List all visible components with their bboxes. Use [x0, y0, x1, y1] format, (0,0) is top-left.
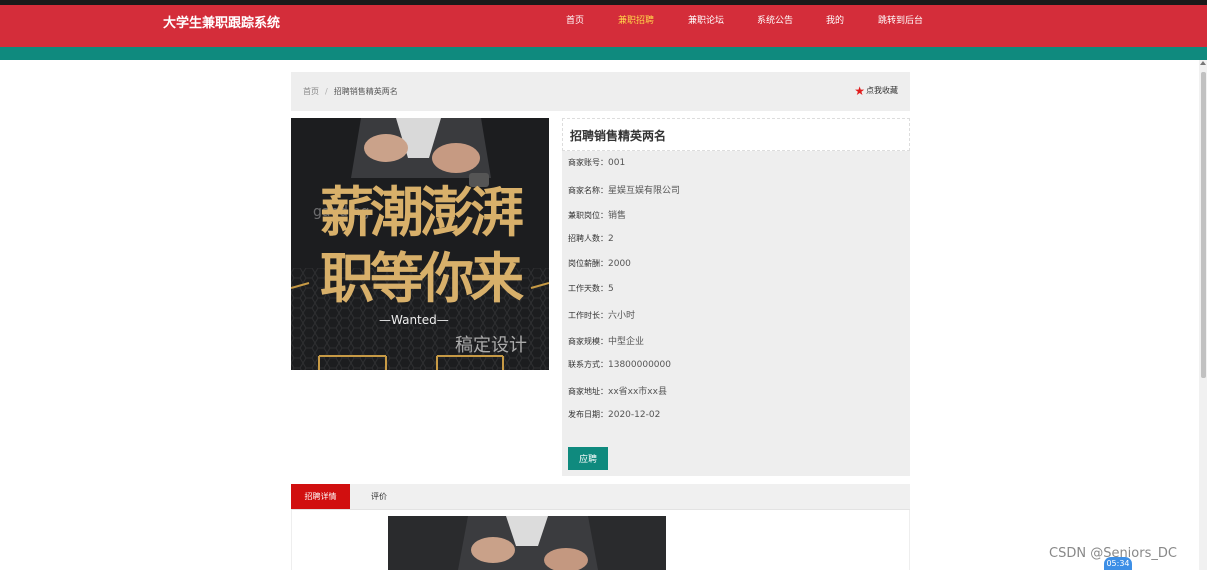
breadcrumb-current: 招聘销售精英两名 — [333, 87, 398, 96]
favorite-label: 点我收藏 — [866, 86, 898, 95]
field-key: 岗位薪酬： — [568, 259, 608, 268]
field-value: 六小时 — [608, 311, 636, 321]
field-key: 工作天数： — [568, 284, 608, 293]
poster-headline-2: 职等你来 — [320, 246, 524, 310]
field-value: 2020-12-02 — [608, 410, 661, 420]
breadcrumb: 首页 / 招聘销售精英两名 — [303, 86, 398, 97]
field-contact: 联系方式：13800000000 — [568, 359, 671, 370]
field-key: 商家地址： — [568, 387, 608, 396]
field-publish-date: 发布日期：2020-12-02 — [568, 409, 660, 420]
field-value: 星娱互娱有限公司 — [608, 186, 681, 196]
nav-job-recruitment[interactable]: 兼职招聘 — [618, 13, 654, 26]
scroll-up-arrow-icon[interactable] — [1200, 61, 1206, 65]
field-value: 5 — [608, 284, 614, 294]
field-work-hours: 工作时长：六小时 — [568, 308, 635, 321]
field-value: 2000 — [608, 259, 631, 269]
field-value: 13800000000 — [608, 360, 671, 370]
field-key: 商家规模： — [568, 337, 608, 346]
tab-recruitment-details[interactable]: 招聘详情 — [291, 484, 350, 509]
favorite-button[interactable]: ★ 点我收藏 — [854, 83, 898, 98]
poster-design-mark: 稿定设计 — [455, 335, 527, 356]
detail-poster-image — [388, 516, 666, 570]
field-key: 工作时长： — [568, 311, 608, 320]
field-value: 001 — [608, 158, 626, 168]
field-key: 商家名称： — [568, 186, 608, 195]
breadcrumb-separator: / — [325, 87, 328, 96]
field-salary: 岗位薪酬：2000 — [568, 258, 631, 269]
apply-button[interactable]: 应聘 — [568, 447, 608, 470]
field-merchant-name: 商家名称：星娱互娱有限公司 — [568, 183, 680, 196]
field-key: 商家账号： — [568, 158, 608, 167]
nav-forum[interactable]: 兼职论坛 — [688, 13, 724, 26]
nav-admin[interactable]: 跳转到后台 — [878, 13, 923, 26]
breadcrumb-bar: 首页 / 招聘销售精英两名 ★ 点我收藏 — [291, 72, 910, 111]
poster-wanted: —Wanted— — [379, 313, 449, 327]
field-key: 联系方式： — [568, 360, 608, 369]
field-key: 兼职岗位： — [568, 211, 608, 220]
scrollbar-thumb[interactable] — [1201, 72, 1206, 378]
nav-announcements[interactable]: 系统公告 — [757, 13, 793, 26]
job-poster-image: gaoding 薪潮澎湃 职等你来 —Wanted— 稿定设计 — [291, 118, 549, 370]
nav-home[interactable]: 首页 — [566, 13, 584, 26]
accent-bar — [0, 47, 1207, 60]
job-title: 招聘销售精英两名 — [562, 118, 910, 151]
nav-mine[interactable]: 我的 — [826, 13, 844, 26]
poster-headline-1: 薪潮澎湃 — [320, 180, 524, 244]
field-headcount: 招聘人数：2 — [568, 233, 614, 244]
star-icon: ★ — [854, 83, 865, 98]
main-nav: 首页 兼职招聘 兼职论坛 系统公告 我的 跳转到后台 — [0, 13, 1207, 33]
field-work-days: 工作天数：5 — [568, 283, 614, 294]
clock-badge: 05:34 — [1104, 557, 1132, 570]
field-position: 兼职岗位：销售 — [568, 208, 626, 221]
detail-poster-graphic — [388, 516, 666, 570]
field-address: 商家地址：xx省xx市xx县 — [568, 384, 667, 397]
field-value: 销售 — [608, 211, 627, 221]
job-info-panel: 招聘销售精英两名 商家账号：001 商家名称：星娱互娱有限公司 兼职岗位：销售 … — [562, 118, 910, 476]
field-value: 中型企业 — [608, 337, 645, 347]
field-value: 2 — [608, 234, 614, 244]
field-merchant-account: 商家账号：001 — [568, 157, 625, 168]
field-key: 招聘人数： — [568, 234, 608, 243]
tab-reviews[interactable]: 评价 — [363, 484, 395, 509]
field-key: 发布日期： — [568, 410, 608, 419]
field-company-size: 商家规模：中型企业 — [568, 334, 644, 347]
breadcrumb-home[interactable]: 首页 — [303, 87, 319, 96]
detail-tabs: 招聘详情 评价 — [291, 484, 910, 510]
navbar: 大学生兼职跟踪系统 首页 兼职招聘 兼职论坛 系统公告 我的 跳转到后台 — [0, 5, 1207, 47]
field-value: xx省xx市xx县 — [608, 387, 667, 397]
